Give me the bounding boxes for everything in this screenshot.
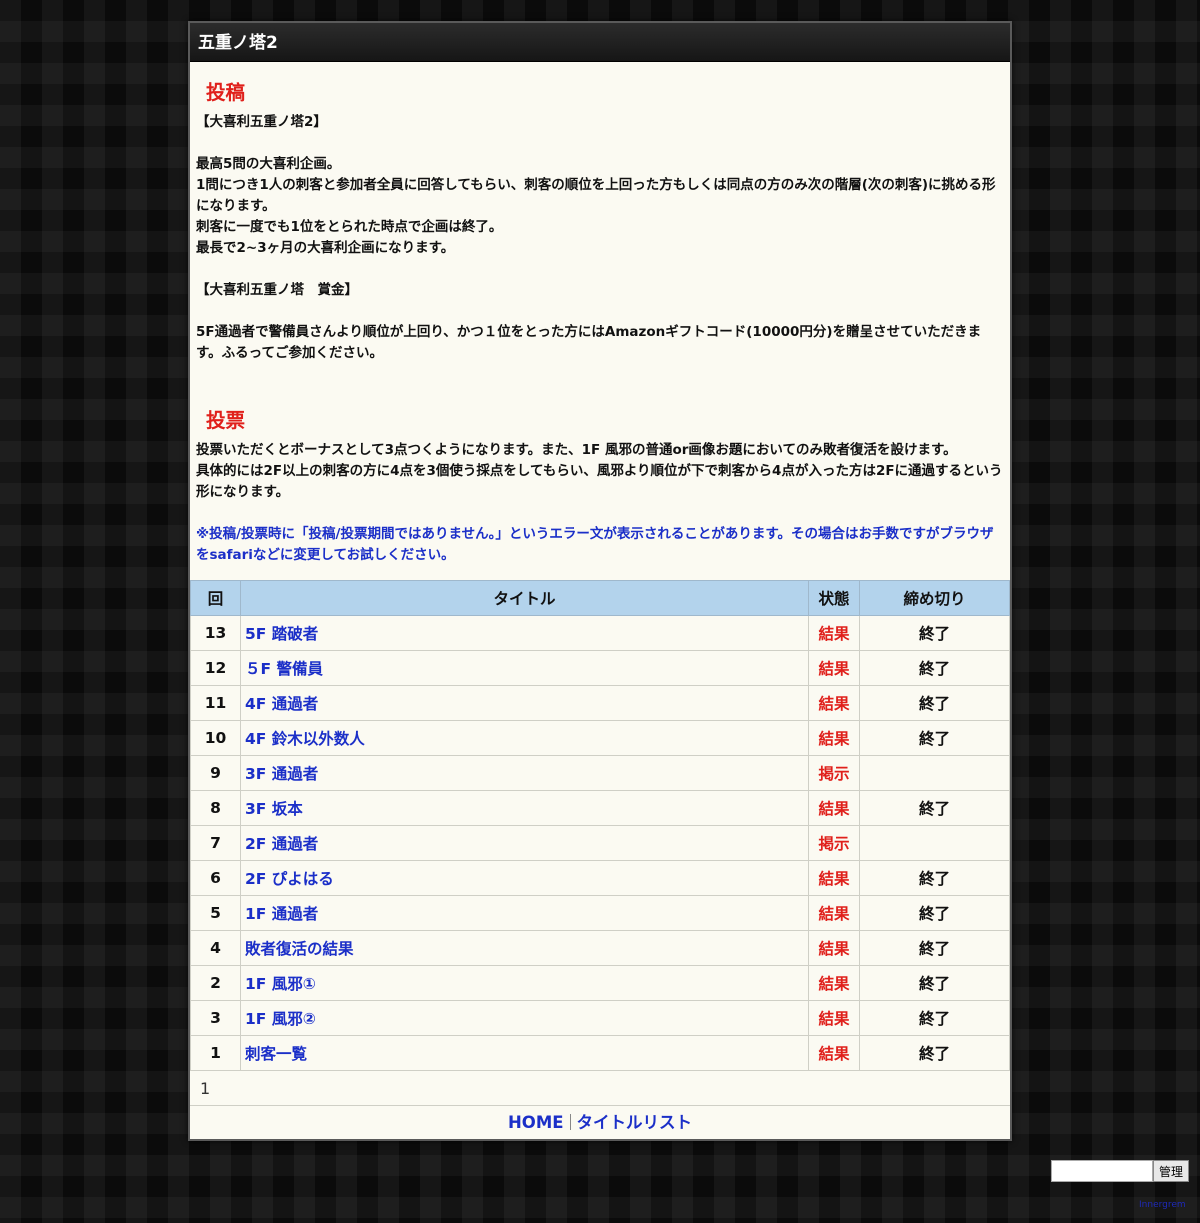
table-row: 6 2F ぴよはる 結果 終了 bbox=[190, 860, 1010, 896]
error-note: ※投稿/投票時に「投稿/投票期間ではありません。」というエラー文が表示されること… bbox=[196, 526, 994, 563]
row-deadline: 終了 bbox=[859, 790, 1010, 826]
row-status-link[interactable]: 結果 bbox=[808, 1000, 860, 1036]
credit-link[interactable]: Innergrem bbox=[1139, 1200, 1186, 1210]
row-deadline: 終了 bbox=[859, 930, 1010, 966]
row-status-link[interactable]: 結果 bbox=[808, 1035, 860, 1071]
row-status-link[interactable]: 結果 bbox=[808, 965, 860, 1001]
post-line: 1問につき1人の刺客と参加者全員に回答してもらい、刺客の順位を上回った方もしくは… bbox=[196, 177, 996, 214]
row-title-link[interactable]: 刺客一覧 bbox=[240, 1035, 809, 1071]
title-list-link[interactable]: タイトルリスト bbox=[577, 1113, 693, 1132]
row-number: 13 bbox=[190, 615, 241, 651]
row-status-link[interactable]: 掲示 bbox=[808, 825, 860, 861]
row-status-link[interactable]: 結果 bbox=[808, 790, 860, 826]
row-number: 9 bbox=[190, 755, 241, 791]
post-line: 最高5問の大喜利企画。 bbox=[196, 156, 341, 172]
column-header-status: 状態 bbox=[808, 580, 860, 616]
row-status-link[interactable]: 結果 bbox=[808, 930, 860, 966]
row-status-link[interactable]: 結果 bbox=[808, 650, 860, 686]
row-number: 12 bbox=[190, 650, 241, 686]
title-table: 回 タイトル 状態 締め切り 13 5F 踏破者 結果 終了 12 ５F 警備員… bbox=[190, 580, 1010, 1071]
table-row: 11 4F 通過者 結果 終了 bbox=[190, 685, 1010, 721]
row-title-link[interactable]: 1F 風邪② bbox=[240, 1000, 809, 1036]
table-row: 1 刺客一覧 結果 終了 bbox=[190, 1035, 1010, 1071]
table-header-row: 回 タイトル 状態 締め切り bbox=[190, 580, 1010, 616]
row-title-link[interactable]: 3F 通過者 bbox=[240, 755, 809, 791]
page-number-current: 1 bbox=[200, 1079, 211, 1098]
row-status-link[interactable]: 結果 bbox=[808, 685, 860, 721]
row-number: 2 bbox=[190, 965, 241, 1001]
row-deadline: 終了 bbox=[859, 650, 1010, 686]
table-row: 3 1F 風邪② 結果 終了 bbox=[190, 1000, 1010, 1036]
row-title-link[interactable]: 4F 鈴木以外数人 bbox=[240, 720, 809, 756]
row-deadline: 終了 bbox=[859, 685, 1010, 721]
row-title-link[interactable]: 3F 坂本 bbox=[240, 790, 809, 826]
row-title-link[interactable]: 1F 通過者 bbox=[240, 895, 809, 931]
page-title: 五重ノ塔2 bbox=[190, 23, 1010, 62]
post-line: 刺客に一度でも1位をとられた時点で企画は終了。 bbox=[196, 219, 503, 235]
row-title-link[interactable]: 4F 通過者 bbox=[240, 685, 809, 721]
table-row: 8 3F 坂本 結果 終了 bbox=[190, 790, 1010, 826]
row-status-link[interactable]: 結果 bbox=[808, 720, 860, 756]
vote-line: 具体的には2F以上の刺客の方に4点を3個使う採点をしてもらい、風邪より順位が下で… bbox=[196, 463, 1003, 500]
row-number: 5 bbox=[190, 895, 241, 931]
row-status-link[interactable]: 掲示 bbox=[808, 755, 860, 791]
row-deadline bbox=[859, 825, 1010, 861]
home-link[interactable]: HOME bbox=[508, 1113, 564, 1132]
post-description: 【大喜利五重ノ塔2】 最高5問の大喜利企画。 1問につき1人の刺客と参加者全員に… bbox=[196, 112, 1004, 364]
vote-line: 投票いただくとボーナスとして3点つくようになります。また、1F 風邪の普通or画… bbox=[196, 442, 957, 458]
row-number: 10 bbox=[190, 720, 241, 756]
row-title-link[interactable]: 敗者復活の結果 bbox=[240, 930, 809, 966]
row-number: 8 bbox=[190, 790, 241, 826]
row-deadline bbox=[859, 755, 1010, 791]
table-row: 4 敗者復活の結果 結果 終了 bbox=[190, 930, 1010, 966]
table-row: 2 1F 風邪① 結果 終了 bbox=[190, 965, 1010, 1001]
pagination: 1 bbox=[190, 1071, 1010, 1106]
row-number: 4 bbox=[190, 930, 241, 966]
vote-heading: 投票 bbox=[206, 409, 246, 432]
post-line: 【大喜利五重ノ塔2】 bbox=[196, 114, 327, 130]
post-line: 【大喜利五重ノ塔 賞金】 bbox=[196, 282, 358, 298]
post-line: 5F通過者で警備員さんより順位が上回り、かつ１位をとった方にはAmazonギフト… bbox=[196, 324, 982, 361]
table-row: 7 2F 通過者 掲示 bbox=[190, 825, 1010, 861]
table-row: 13 5F 踏破者 結果 終了 bbox=[190, 615, 1010, 651]
column-header-no: 回 bbox=[190, 580, 241, 616]
column-header-deadline: 締め切り bbox=[859, 580, 1010, 616]
content-body: 投稿 【大喜利五重ノ塔2】 最高5問の大喜利企画。 1問につき1人の刺客と参加者… bbox=[190, 82, 1010, 566]
row-status-link[interactable]: 結果 bbox=[808, 860, 860, 896]
row-title-link[interactable]: 1F 風邪① bbox=[240, 965, 809, 1001]
table-row: 9 3F 通過者 掲示 bbox=[190, 755, 1010, 791]
footer-nav: HOME タイトルリスト bbox=[190, 1106, 1010, 1139]
row-number: 1 bbox=[190, 1035, 241, 1071]
row-status-link[interactable]: 結果 bbox=[808, 895, 860, 931]
row-deadline: 終了 bbox=[859, 1000, 1010, 1036]
main-panel: 五重ノ塔2 投稿 【大喜利五重ノ塔2】 最高5問の大喜利企画。 1問につき1人の… bbox=[188, 21, 1012, 1141]
row-deadline: 終了 bbox=[859, 965, 1010, 1001]
row-title-link[interactable]: ５F 警備員 bbox=[240, 650, 809, 686]
row-deadline: 終了 bbox=[859, 720, 1010, 756]
row-number: 3 bbox=[190, 1000, 241, 1036]
row-number: 6 bbox=[190, 860, 241, 896]
vote-description: 投票いただくとボーナスとして3点つくようになります。また、1F 風邪の普通or画… bbox=[196, 440, 1004, 566]
row-number: 11 bbox=[190, 685, 241, 721]
row-title-link[interactable]: 2F ぴよはる bbox=[240, 860, 809, 896]
row-deadline: 終了 bbox=[859, 895, 1010, 931]
table-row: 5 1F 通過者 結果 終了 bbox=[190, 895, 1010, 931]
admin-button[interactable]: 管理 bbox=[1153, 1160, 1190, 1182]
table-row: 10 4F 鈴木以外数人 結果 終了 bbox=[190, 720, 1010, 756]
admin-password-input[interactable] bbox=[1051, 1160, 1153, 1182]
column-header-title: タイトル bbox=[240, 580, 809, 616]
post-line: 最長で2~3ヶ月の大喜利企画になります。 bbox=[196, 240, 455, 256]
footer-divider bbox=[569, 1114, 571, 1130]
table-row: 12 ５F 警備員 結果 終了 bbox=[190, 650, 1010, 686]
row-deadline: 終了 bbox=[859, 860, 1010, 896]
row-number: 7 bbox=[190, 825, 241, 861]
row-deadline: 終了 bbox=[859, 615, 1010, 651]
row-title-link[interactable]: 2F 通過者 bbox=[240, 825, 809, 861]
row-status-link[interactable]: 結果 bbox=[808, 615, 860, 651]
admin-login: 管理 bbox=[1051, 1160, 1190, 1182]
row-title-link[interactable]: 5F 踏破者 bbox=[240, 615, 809, 651]
row-deadline: 終了 bbox=[859, 1035, 1010, 1071]
post-heading: 投稿 bbox=[206, 81, 246, 104]
